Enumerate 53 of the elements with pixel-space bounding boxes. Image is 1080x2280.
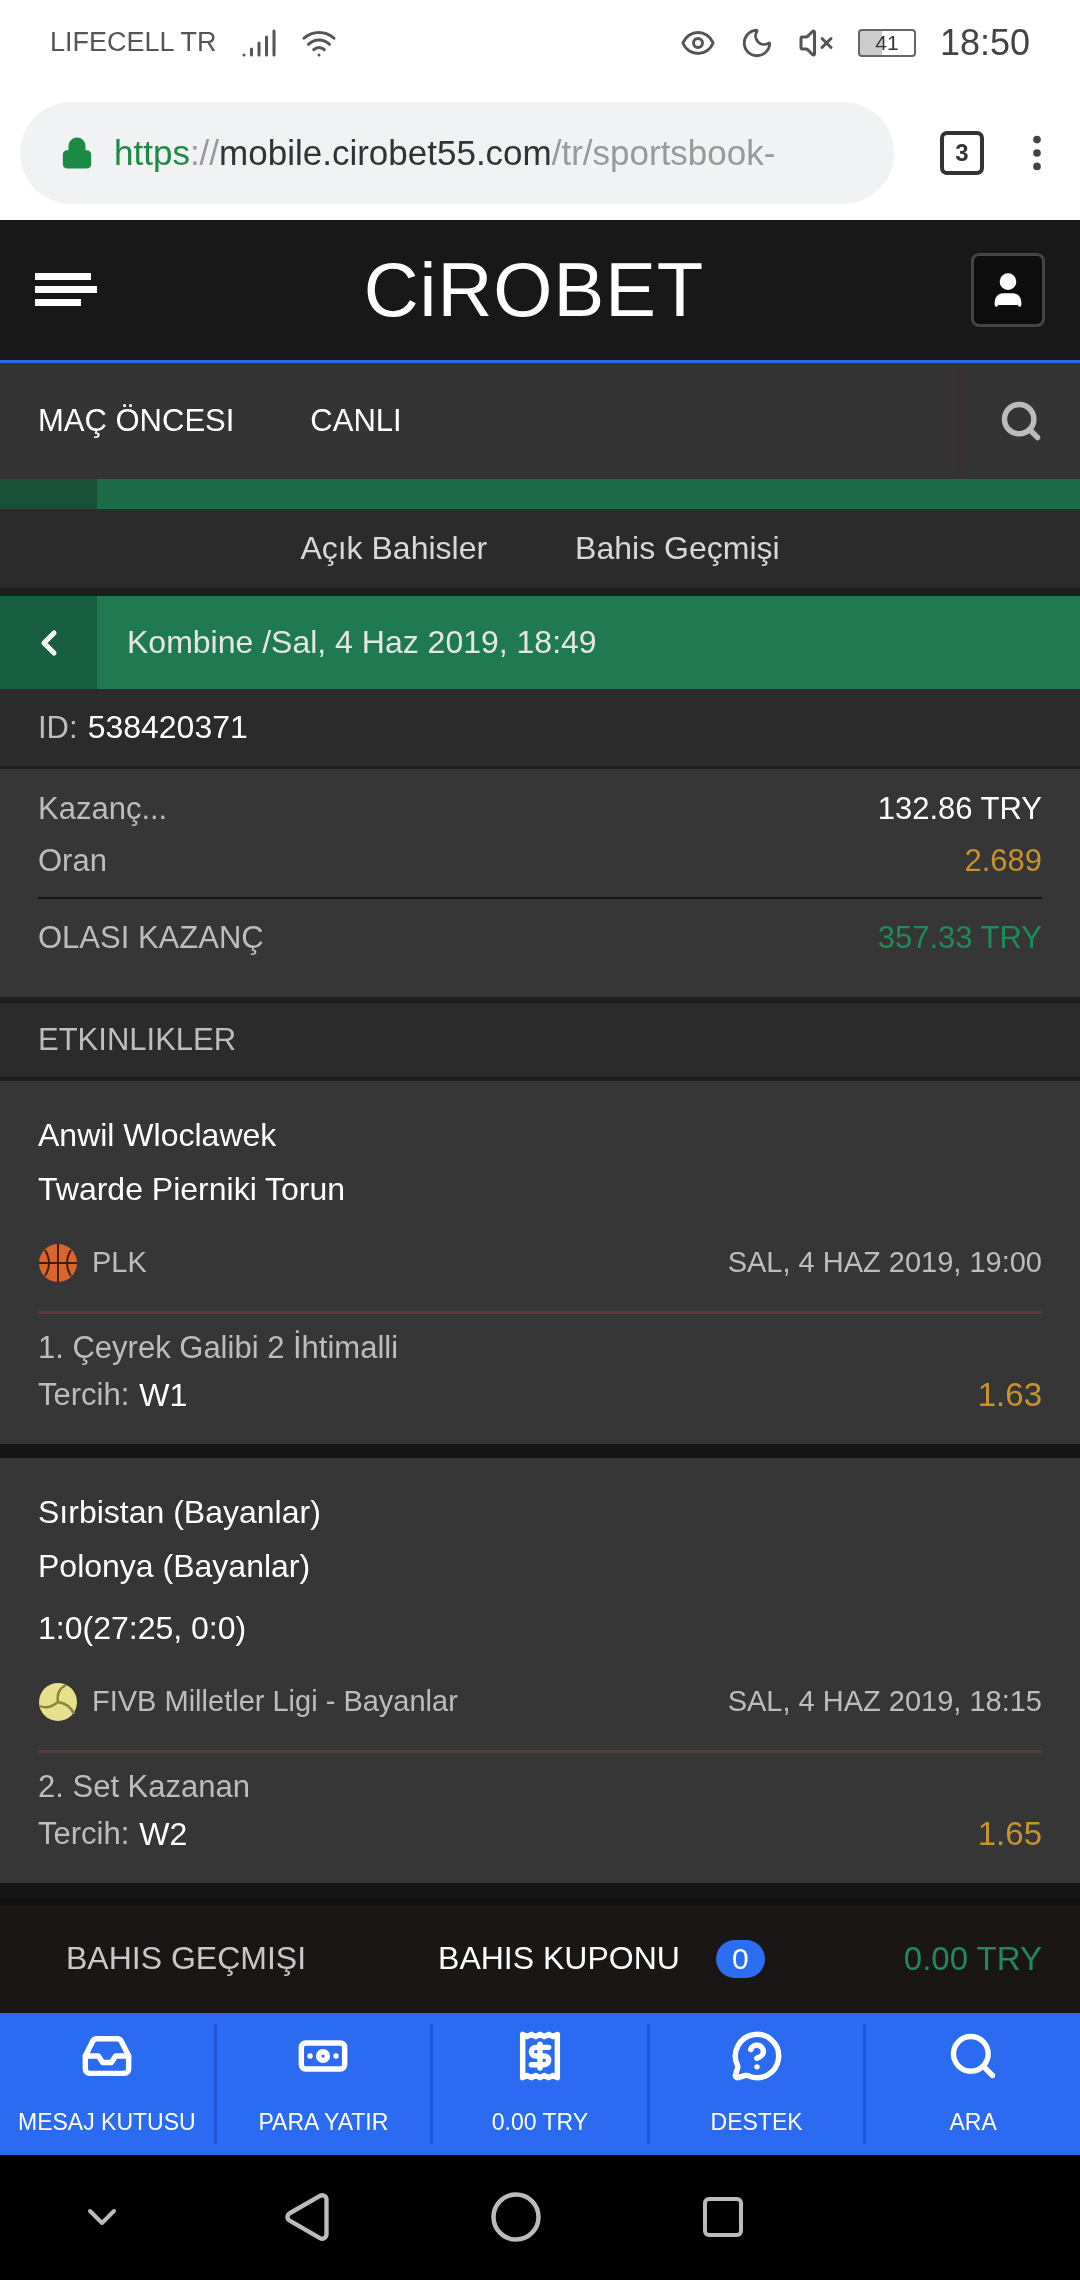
- summary-value: 357.33 TRY: [877, 920, 1042, 956]
- summary-label: Kazanç...: [38, 791, 168, 827]
- odds: 1.63: [977, 1375, 1042, 1414]
- pick-value: W2: [139, 1815, 188, 1853]
- pick-label: Tercih:: [38, 1815, 130, 1853]
- summary-label: OLASI KAZANÇ: [38, 920, 264, 956]
- clock: 18:50: [939, 21, 1030, 64]
- score: 1:0(27:25, 0:0): [38, 1608, 248, 1648]
- support-icon: [730, 2029, 783, 2082]
- event-datetime: SAL, 4 HAZ 2019, 18:15: [727, 1685, 1042, 1719]
- basketball-icon: [38, 1242, 78, 1283]
- league-name: FIVB Milletler Ligi - Bayanlar: [92, 1685, 458, 1719]
- carrier-name: LIFECELL TR: [50, 27, 217, 59]
- event-datetime: SAL, 4 HAZ 2019, 19:00: [727, 1246, 1042, 1280]
- tab-count[interactable]: 3: [940, 130, 984, 175]
- pick-value: W1: [139, 1376, 188, 1414]
- bottom-nav-item[interactable]: ARA: [863, 2023, 1080, 2144]
- sub-tab[interactable]: Bahis Geçmişi: [569, 529, 786, 569]
- team-name: Sırbistan (Bayanlar): [38, 1492, 322, 1532]
- menu-icon[interactable]: [35, 272, 97, 307]
- summary-value: 2.689: [964, 843, 1042, 879]
- team-name: Twarde Pierniki Torun: [38, 1169, 347, 1209]
- bet-title: Kombine /Sal, 4 Haz 2019, 18:49: [127, 624, 597, 662]
- account-button[interactable]: [971, 252, 1045, 327]
- bottom-nav-item[interactable]: 0.00 TRY: [430, 2023, 647, 2144]
- nav-tab[interactable]: MAÇ ÖNCESI: [0, 362, 273, 479]
- summary-label: Oran: [38, 843, 107, 879]
- market-name: 1. Çeyrek Galibi 2 İhtimalli: [38, 1329, 400, 1366]
- league-name: PLK: [92, 1246, 147, 1280]
- market-name: 2. Set Kazanan: [38, 1768, 251, 1805]
- logo: CiROBET: [363, 246, 705, 334]
- coupon-tab[interactable]: BAHIS KUPONU: [432, 1939, 686, 1979]
- home-icon[interactable]: [489, 2190, 543, 2245]
- bottom-nav-item[interactable]: PARA YATIR: [213, 2023, 431, 2144]
- summary-value: 132.86 TRY: [877, 791, 1042, 827]
- section-heading: ETKINLIKLER: [38, 1021, 237, 1058]
- bet-id: 538420371: [87, 709, 248, 747]
- battery-icon: 41: [857, 28, 916, 57]
- id-label: ID:: [38, 709, 78, 746]
- sub-tab[interactable]: Açık Bahisler: [294, 529, 494, 569]
- odds: 1.65: [977, 1814, 1042, 1853]
- pick-label: Tercih:: [38, 1376, 130, 1414]
- address-bar[interactable]: https://mobile.cirobet55.com/tr/sportsbook-: [20, 101, 894, 204]
- history-tab[interactable]: BAHIS GEÇMIŞI: [60, 1939, 313, 1979]
- volleyball-icon: [38, 1681, 78, 1722]
- team-name: Anwil Wloclawek: [38, 1115, 278, 1155]
- team-name: Polonya (Bayanlar): [38, 1546, 312, 1586]
- lock-icon: [60, 135, 94, 170]
- bottom-nav-item[interactable]: DESTEK: [646, 2023, 864, 2144]
- coupon-amount: 0.00 TRY: [903, 1939, 1042, 1978]
- nav-tab[interactable]: CANLI: [272, 362, 440, 479]
- bottom-nav-item[interactable]: MESAJ KUTUSU: [0, 2023, 214, 2144]
- count-badge: 0: [715, 1939, 765, 1978]
